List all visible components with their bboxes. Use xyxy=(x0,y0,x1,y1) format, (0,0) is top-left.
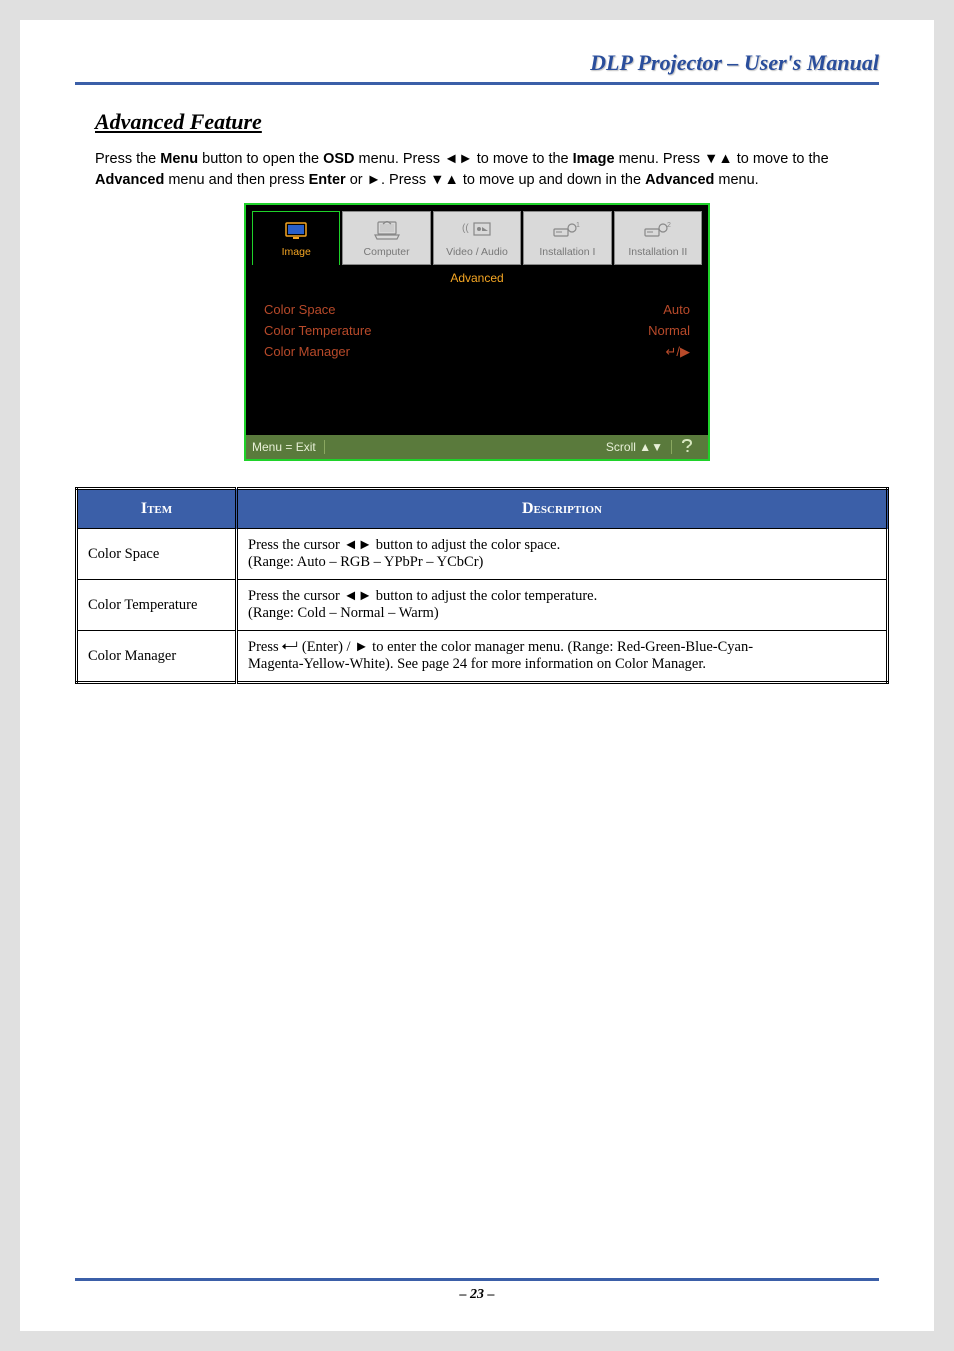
osd-body: Color Space Auto Color Temperature Norma… xyxy=(246,295,708,435)
osd-tab-label: Computer xyxy=(364,246,410,258)
osd-row-value: Auto xyxy=(663,302,690,317)
osd-tab-label: Video / Audio xyxy=(446,246,508,258)
osd-tab-label: Installation I xyxy=(539,246,595,258)
header-title: DLP Projector – User's Manual xyxy=(590,50,879,75)
table-row: Color Space Press the cursor ◄► button t… xyxy=(77,529,888,580)
osd-subtitle: Advanced xyxy=(246,265,708,295)
table-row: Color Temperature Press the cursor ◄► bu… xyxy=(77,580,888,631)
scroll-label: Scroll ▲▼ xyxy=(325,440,672,454)
menu-exit-label: Menu = Exit xyxy=(252,440,325,454)
enter-arrow-icon xyxy=(282,641,298,651)
desc-cell: Press (Enter) / ► to enter the color man… xyxy=(237,631,888,683)
osd-row-color-manager[interactable]: Color Manager ↵/▶ xyxy=(264,341,690,363)
osd-tab-label: Image xyxy=(282,246,311,258)
osd-tab-label: Installation II xyxy=(628,246,687,258)
svg-text:1: 1 xyxy=(576,222,580,229)
osd-tab-installation-2[interactable]: 2 Installation II xyxy=(614,211,702,265)
table-head-description: Description xyxy=(237,489,888,529)
osd-row-label: Color Manager xyxy=(264,344,350,360)
osd-row-color-temperature[interactable]: Color Temperature Normal xyxy=(264,320,690,341)
page-header: DLP Projector – User's Manual xyxy=(75,50,879,85)
svg-text:((: (( xyxy=(462,223,469,234)
instruction-paragraph: Press the Menu button to open the OSD me… xyxy=(95,149,879,191)
computer-icon xyxy=(372,219,402,243)
projector-2-icon: 2 xyxy=(643,219,673,243)
osd-panel: Image Computer (( Video / Audio 1 Instal… xyxy=(244,203,710,461)
table-head-item: Item xyxy=(77,489,237,529)
description-table: Item Description Color Space Press the c… xyxy=(75,487,889,684)
osd-tab-video-audio[interactable]: (( Video / Audio xyxy=(433,211,521,265)
svg-text:2: 2 xyxy=(667,222,671,229)
video-audio-icon: (( xyxy=(462,219,492,243)
desc-cell: Press the cursor ◄► button to adjust the… xyxy=(237,580,888,631)
osd-row-value: Normal xyxy=(648,323,690,338)
section-heading: Advanced Feature xyxy=(95,109,879,135)
enter-icon: ↵/▶ xyxy=(665,344,690,360)
monitor-icon xyxy=(281,219,311,243)
page-number: – 23 – xyxy=(460,1287,495,1302)
osd-tab-computer[interactable]: Computer xyxy=(342,211,430,265)
osd-row-color-space[interactable]: Color Space Auto xyxy=(264,299,690,320)
item-cell: Color Space xyxy=(77,529,237,580)
osd-row-label: Color Space xyxy=(264,302,336,317)
item-cell: Color Temperature xyxy=(77,580,237,631)
osd-tab-installation-1[interactable]: 1 Installation I xyxy=(523,211,611,265)
osd-row-label: Color Temperature xyxy=(264,323,371,338)
help-icon xyxy=(672,438,702,457)
page-footer: – 23 – xyxy=(75,1278,879,1303)
projector-1-icon: 1 xyxy=(552,219,582,243)
table-row: Color Manager Press (Enter) / ► to enter… xyxy=(77,631,888,683)
osd-footer: Menu = Exit Scroll ▲▼ xyxy=(246,435,708,459)
desc-cell: Press the cursor ◄► button to adjust the… xyxy=(237,529,888,580)
osd-tab-image[interactable]: Image xyxy=(252,211,340,265)
item-cell: Color Manager xyxy=(77,631,237,683)
osd-tabs: Image Computer (( Video / Audio 1 Instal… xyxy=(246,205,708,265)
